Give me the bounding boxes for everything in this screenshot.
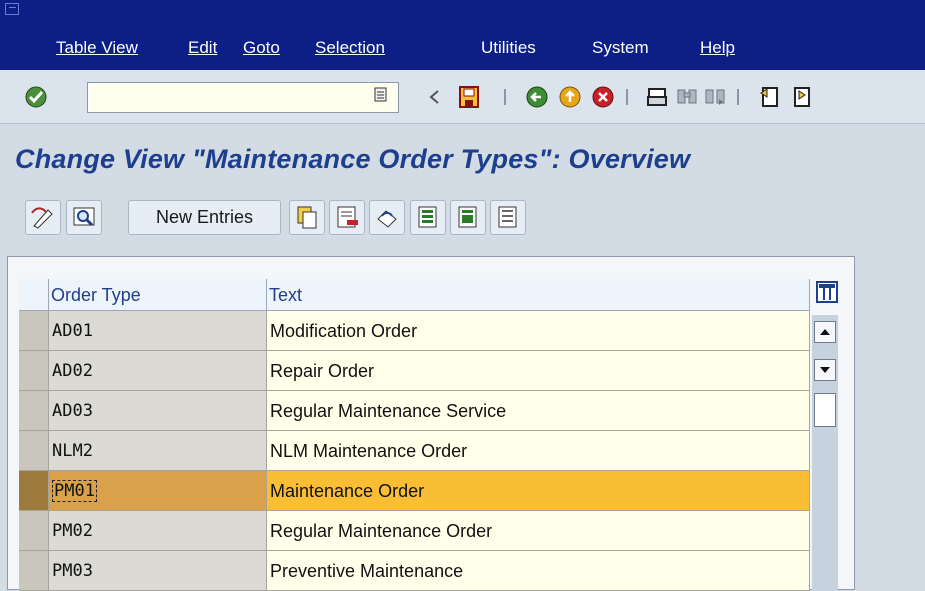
enter-icon[interactable] — [24, 85, 48, 109]
back-icon[interactable] — [525, 85, 549, 109]
order-type-cell[interactable]: PM02 — [49, 511, 267, 551]
details-button[interactable] — [66, 200, 102, 235]
column-header-text[interactable]: Text — [267, 279, 810, 311]
text-cell[interactable]: Modification Order — [267, 311, 810, 351]
menu-help[interactable]: Help — [700, 38, 735, 58]
select-block-button[interactable] — [450, 200, 486, 235]
system-menu-icon[interactable] — [5, 3, 19, 15]
cancel-icon[interactable] — [591, 85, 615, 109]
toolbar-separator — [504, 89, 506, 105]
row-selector[interactable] — [19, 311, 49, 351]
text-cell[interactable]: NLM Maintenance Order — [267, 431, 810, 471]
scroll-down-button[interactable] — [814, 359, 836, 381]
table-control: Order Type Text AD01 Modification Order … — [7, 256, 855, 591]
order-type-cell[interactable]: PM01 — [49, 471, 267, 511]
delete-button[interactable] — [329, 200, 365, 235]
text-cell[interactable]: Regular Maintenance Order — [267, 511, 810, 551]
back-arrow-icon[interactable] — [423, 85, 447, 109]
display-change-icon — [31, 207, 53, 229]
copy-as-icon — [297, 206, 317, 229]
application-toolbar: New Entries — [0, 190, 925, 248]
row-selector[interactable] — [19, 431, 49, 471]
scroll-down-icon — [820, 367, 830, 373]
exit-icon[interactable] — [558, 85, 582, 109]
menu-selection[interactable]: Selection — [315, 38, 385, 58]
deselect-all-button[interactable] — [490, 200, 526, 235]
page-title: Change View "Maintenance Order Types": O… — [15, 144, 691, 174]
print-icon[interactable] — [645, 85, 669, 109]
row-selector[interactable] — [19, 391, 49, 431]
select-all-column-header[interactable] — [19, 279, 49, 311]
text-cell[interactable]: Maintenance Order — [267, 471, 810, 511]
menu-edit[interactable]: Edit — [188, 38, 217, 58]
order-type-cell[interactable]: NLM2 — [49, 431, 267, 471]
scroll-up-button[interactable] — [814, 321, 836, 343]
order-type-cell[interactable]: AD01 — [49, 311, 267, 351]
row-selector[interactable] — [19, 471, 49, 511]
text-cell[interactable]: Preventive Maintenance — [267, 551, 810, 591]
standard-toolbar — [0, 70, 925, 124]
details-icon — [73, 207, 95, 227]
row-selector[interactable] — [19, 351, 49, 391]
table-settings-icon[interactable] — [816, 281, 838, 303]
select-all-button[interactable] — [410, 200, 446, 235]
menu-table-view[interactable]: Table View — [56, 38, 138, 58]
find-icon[interactable] — [675, 85, 699, 109]
row-selector[interactable] — [19, 551, 49, 591]
select-all-icon — [418, 206, 437, 228]
display-change-button[interactable] — [25, 200, 61, 235]
toolbar-separator — [737, 89, 739, 105]
find-next-icon[interactable] — [703, 85, 727, 109]
text-cell[interactable]: Regular Maintenance Service — [267, 391, 810, 431]
save-icon[interactable] — [457, 85, 481, 109]
first-page-icon[interactable] — [758, 85, 782, 109]
menu-goto[interactable]: Goto — [243, 38, 280, 58]
previous-page-icon[interactable] — [790, 85, 814, 109]
command-field[interactable] — [87, 82, 399, 113]
table-header: Order Type Text — [19, 279, 839, 311]
column-header-order-type[interactable]: Order Type — [49, 279, 267, 311]
menu-system[interactable]: System — [592, 38, 649, 58]
command-field-history-icon[interactable] — [373, 86, 389, 104]
delete-icon — [337, 206, 358, 228]
row-selector[interactable] — [19, 511, 49, 551]
new-entries-button[interactable]: New Entries — [128, 200, 281, 235]
order-type-cell[interactable]: AD02 — [49, 351, 267, 391]
undo-change-icon — [377, 210, 397, 228]
undo-change-button[interactable] — [369, 200, 405, 235]
order-type-cell[interactable]: PM03 — [49, 551, 267, 591]
menu-utilities[interactable]: Utilities — [481, 38, 536, 58]
scroll-up-icon — [820, 329, 830, 335]
text-cell[interactable]: Repair Order — [267, 351, 810, 391]
toolbar-separator — [626, 89, 628, 105]
order-type-cell[interactable]: AD03 — [49, 391, 267, 431]
copy-as-button[interactable] — [289, 200, 325, 235]
scroll-thumb[interactable] — [814, 393, 836, 427]
select-block-icon — [458, 206, 477, 228]
menu-bar: Table View Edit Goto Selection Utilities… — [0, 0, 925, 70]
vertical-scrollbar[interactable] — [812, 315, 838, 591]
deselect-all-icon — [498, 206, 517, 228]
